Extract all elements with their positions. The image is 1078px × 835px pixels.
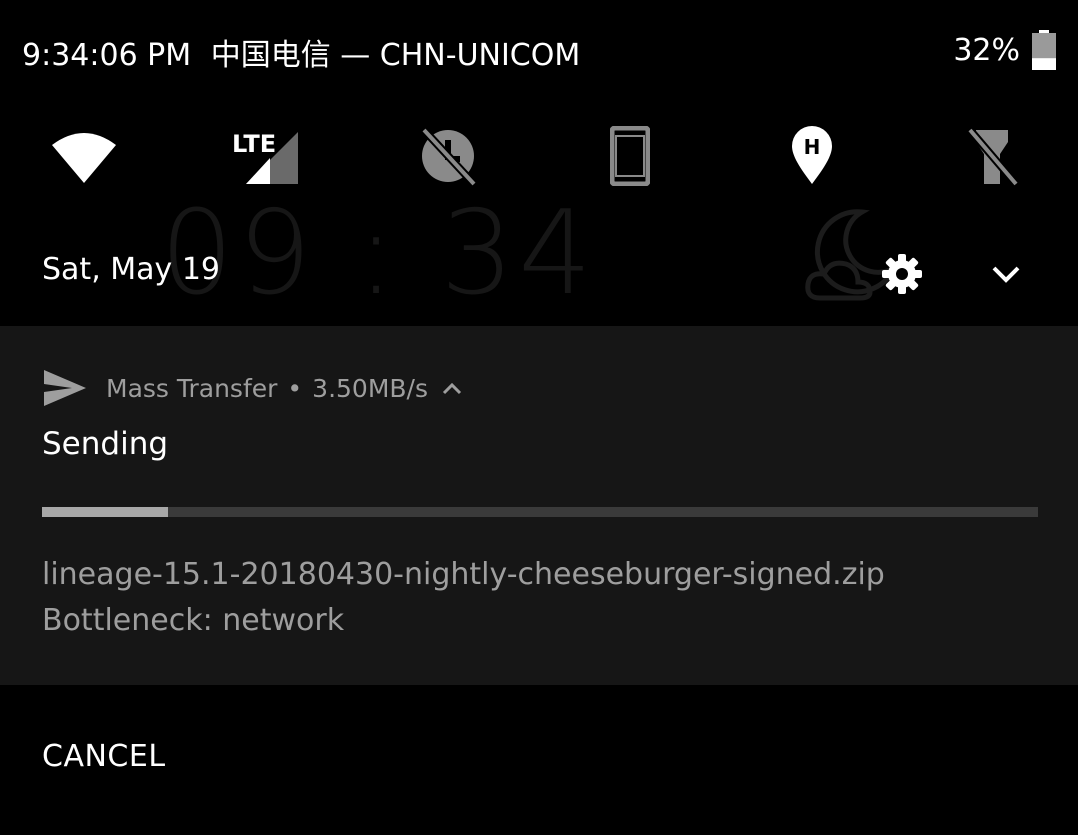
wifi-icon [52, 133, 116, 183]
header-separator: • [287, 373, 303, 403]
status-bar: 9:34:06 PM 中国电信 — CHN-UNICOM [22, 30, 580, 74]
quick-settings-tiles: LTE H [0, 124, 1078, 188]
notification-header: Mass Transfer • 3.50MB/s [42, 368, 462, 408]
lockscreen-clock: 09 : 34 [160, 186, 597, 321]
auto-rotate-portrait-icon [610, 126, 650, 186]
battery-icon [1032, 30, 1056, 70]
status-time: 9:34:06 PM [22, 38, 192, 73]
battery-status: 32% [953, 30, 1056, 70]
date-label: Sat, May 19 [42, 252, 220, 287]
tile-wifi[interactable] [48, 124, 120, 188]
do-not-disturb-off-icon [421, 127, 477, 186]
lte-signal-icon: LTE [234, 130, 298, 184]
flashlight-off-icon [966, 127, 1020, 186]
notification-actions: CANCEL [0, 685, 1078, 835]
tile-flashlight[interactable] [956, 124, 1028, 188]
notification-title: Sending [42, 426, 169, 462]
expand-chevron-down-icon[interactable] [986, 256, 1026, 292]
tile-mobile-data[interactable]: LTE [232, 124, 304, 188]
send-icon [44, 370, 86, 406]
transfer-speed: 3.50MB/s [312, 373, 429, 403]
carrier-name: 中国电信 — CHN-UNICOM [210, 38, 581, 73]
collapse-chevron-up-icon[interactable] [442, 381, 462, 395]
bottleneck-status: Bottleneck: network [42, 603, 345, 638]
battery-percent: 32% [953, 32, 1020, 68]
progress-bar-fill [42, 507, 169, 517]
tile-auto-rotate[interactable] [594, 124, 666, 188]
transfer-progress-bar [42, 507, 1038, 517]
settings-gear-icon[interactable] [880, 252, 924, 296]
lte-label: LTE [234, 130, 276, 158]
transfer-notification[interactable]: Mass Transfer • 3.50MB/s Sending lineage… [0, 326, 1078, 685]
quick-settings-panel: 09 : 34 9:34:06 PM 中国电信 — CHN-UNICOM 32%… [0, 0, 1078, 326]
file-name: lineage-15.1-20180430-nightly-cheeseburg… [42, 557, 885, 592]
app-name: Mass Transfer [106, 373, 278, 403]
svg-text:H: H [804, 135, 821, 159]
tile-do-not-disturb[interactable] [412, 124, 484, 188]
location-icon: H [792, 126, 832, 184]
notification-body: lineage-15.1-20180430-nightly-cheeseburg… [42, 552, 885, 644]
tile-location[interactable]: H [776, 124, 848, 188]
cancel-button[interactable]: CANCEL [42, 739, 166, 774]
